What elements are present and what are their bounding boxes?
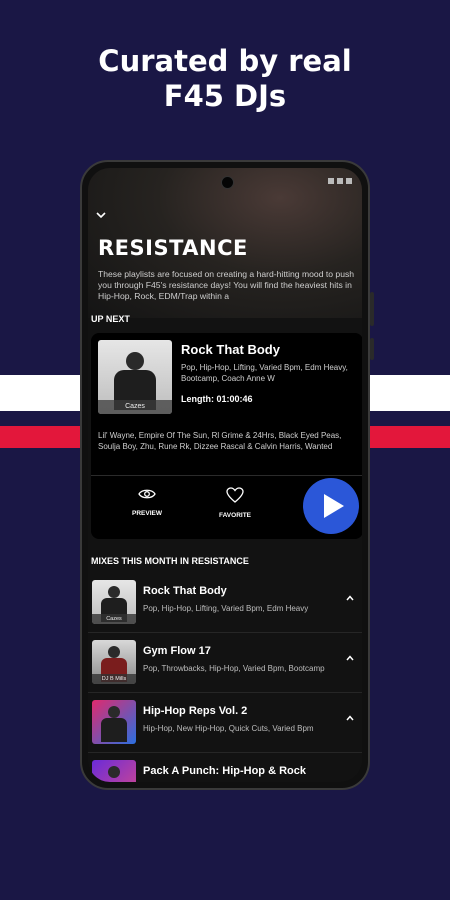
app-screen: RESISTANCE These playlists are focused o… xyxy=(88,168,362,782)
mix-thumbnail xyxy=(92,700,136,744)
phone-frame: RESISTANCE These playlists are focused o… xyxy=(80,160,370,790)
list-item[interactable]: DJ B Mills Gym Flow 17 Pop, Throwbacks, … xyxy=(88,633,362,693)
eye-icon xyxy=(138,489,156,499)
playlist-description: These playlists are focused on creating … xyxy=(98,269,355,301)
favorite-label: FAVORITE xyxy=(218,512,252,519)
volume-button xyxy=(370,292,374,326)
chevron-down-icon[interactable] xyxy=(96,208,106,222)
dj-photo xyxy=(108,766,120,778)
mix-tags: Pop, Hip-Hop, Lifting, Varied Bpm, Edm H… xyxy=(181,363,348,383)
mix-title: Pack A Punch: Hip-Hop & Rock xyxy=(143,765,306,777)
chevron-up-icon[interactable] xyxy=(346,653,354,664)
mix-title: Hip-Hop Reps Vol. 2 xyxy=(143,705,248,717)
dj-photo xyxy=(108,706,120,718)
play-icon xyxy=(324,494,344,518)
mix-tags: Pop, Hip-Hop, Lifting, Varied Bpm, Edm H… xyxy=(143,604,309,613)
headline-line-1: Curated by real xyxy=(98,44,352,78)
page-title: RESISTANCE xyxy=(98,236,248,260)
preview-label: PREVIEW xyxy=(132,510,162,517)
chevron-up-icon[interactable] xyxy=(346,593,354,604)
mix-title: Rock That Body xyxy=(143,585,227,597)
thumbnail-dj-tag: Cazes xyxy=(92,614,136,624)
dj-photo xyxy=(126,352,144,370)
camera-icon xyxy=(221,176,234,189)
thumbnail-dj-tag: Cazes xyxy=(98,400,172,414)
mixes-section-title: MIXES THIS MONTH IN RESISTANCE xyxy=(91,556,249,566)
card-divider xyxy=(91,475,362,476)
mix-thumbnail: DJ B Mills xyxy=(92,640,136,684)
mix-title: Gym Flow 17 xyxy=(143,645,211,657)
list-item[interactable]: Pack A Punch: Hip-Hop & Rock xyxy=(88,753,362,782)
mix-length: Length: 01:00:46 xyxy=(181,394,253,404)
chevron-up-icon[interactable] xyxy=(346,713,354,724)
up-next-label: UP NEXT xyxy=(91,314,130,324)
heart-icon xyxy=(226,487,244,503)
headline-line-2: F45 DJs xyxy=(163,79,287,113)
mix-thumbnail xyxy=(92,760,136,782)
dj-photo-body xyxy=(101,718,127,742)
list-item[interactable]: Cazes Rock That Body Pop, Hip-Hop, Lifti… xyxy=(88,573,362,633)
promo-headline: Curated by real F45 DJs xyxy=(0,44,450,114)
play-button[interactable] xyxy=(303,478,359,534)
up-next-card[interactable]: Cazes Rock That Body Pop, Hip-Hop, Lifti… xyxy=(91,333,362,539)
status-bar xyxy=(328,178,352,184)
power-button xyxy=(370,338,374,360)
mix-tags: Pop, Throwbacks, Hip-Hop, Varied Bpm, Bo… xyxy=(143,664,325,673)
mix-tags: Hip-Hop, New Hip-Hop, Quick Cuts, Varied… xyxy=(143,724,314,733)
mix-thumbnail: Cazes xyxy=(98,340,172,414)
mix-artists: Lil' Wayne, Empire Of The Sun, Rl Grime … xyxy=(98,431,342,451)
preview-button[interactable]: PREVIEW xyxy=(117,487,177,517)
thumbnail-dj-tag: DJ B Mills xyxy=(92,674,136,684)
mix-thumbnail: Cazes xyxy=(92,580,136,624)
list-item[interactable]: Hip-Hop Reps Vol. 2 Hip-Hop, New Hip-Hop… xyxy=(88,693,362,753)
mix-title: Rock That Body xyxy=(181,342,280,357)
favorite-button[interactable]: FAVORITE xyxy=(205,487,265,519)
dj-photo xyxy=(108,586,120,598)
dj-photo xyxy=(108,646,120,658)
